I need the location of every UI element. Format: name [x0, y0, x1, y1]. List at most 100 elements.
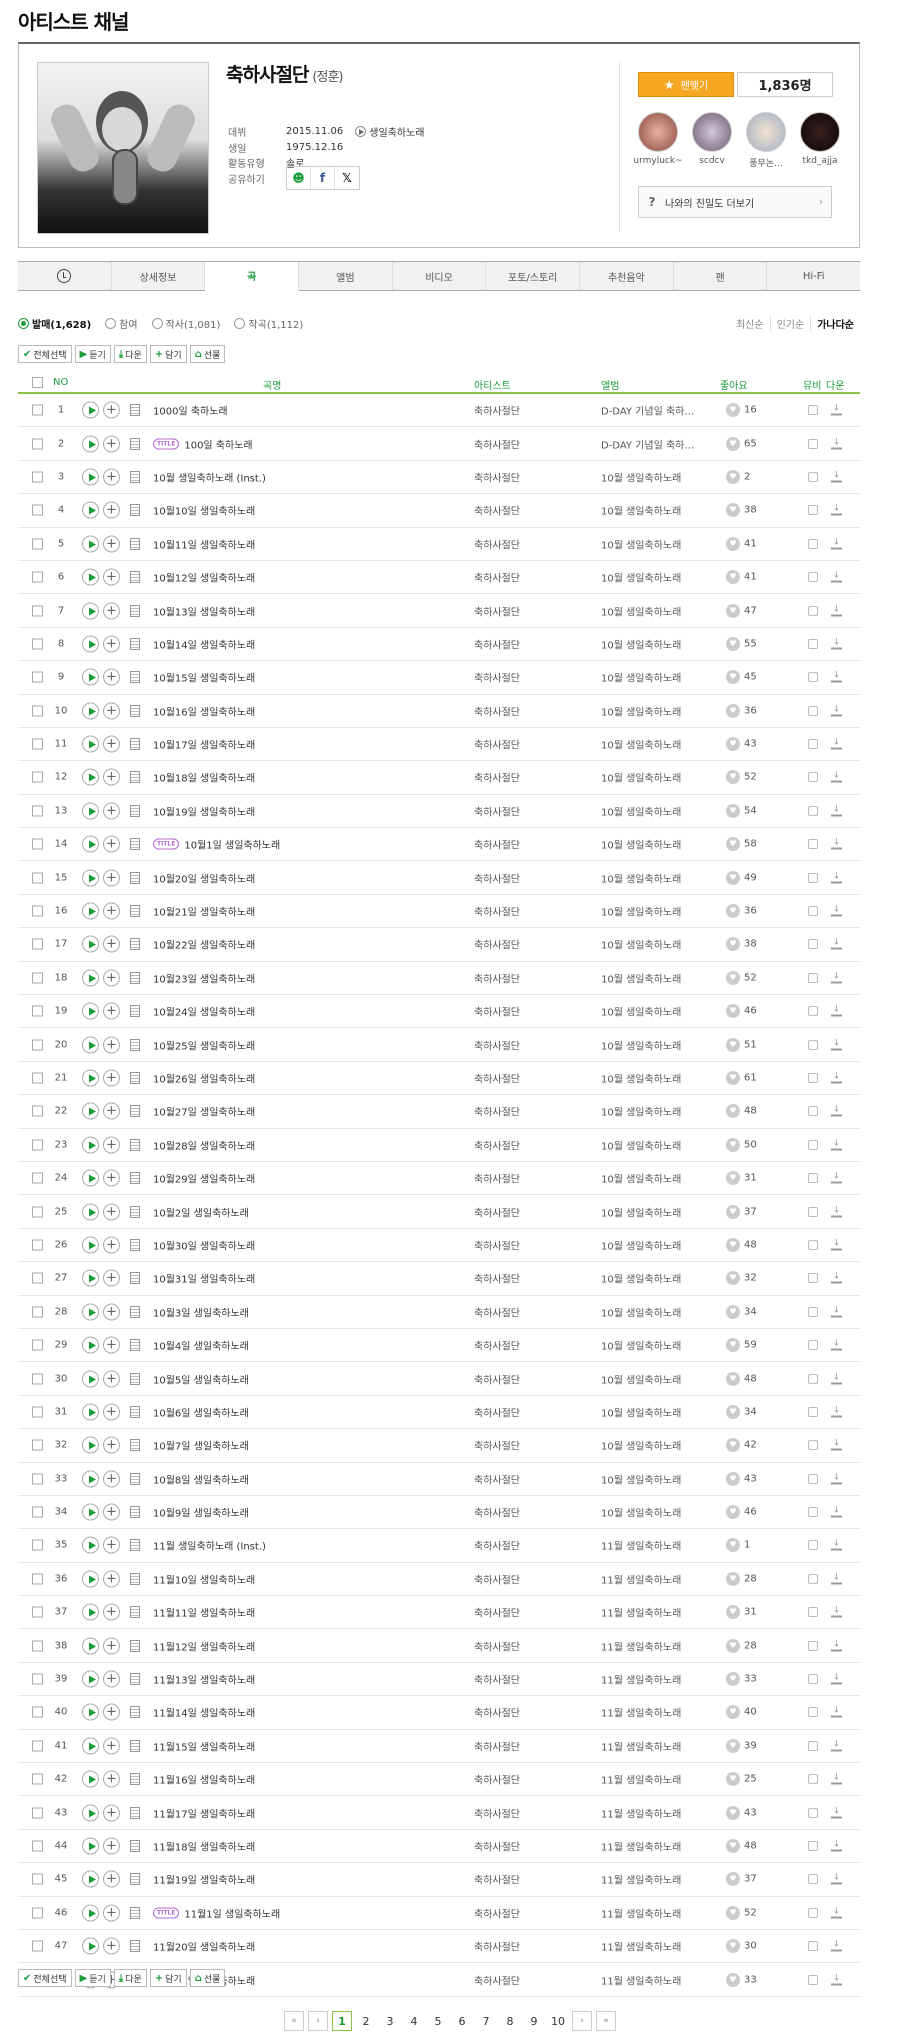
heart-icon[interactable]: ♥	[726, 737, 740, 752]
song-album[interactable]: 11월 생일축하노래	[601, 1972, 697, 1987]
intimacy-more-button[interactable]: ? 나와의 친밀도 더보기 ›	[638, 186, 832, 218]
song-title[interactable]: 11월15일 생일축하노래	[153, 1738, 255, 1753]
download-icon[interactable]: ↓	[831, 1306, 842, 1318]
music-video-icon[interactable]	[808, 1173, 818, 1184]
music-video-icon[interactable]	[808, 1774, 818, 1785]
fan-avatar-item[interactable]: tkd_ajja	[793, 112, 847, 169]
play-icon[interactable]	[82, 1670, 99, 1688]
download-icon[interactable]: ↓	[831, 1773, 842, 1785]
music-video-icon[interactable]	[808, 1540, 818, 1551]
download-icon[interactable]: ↓	[831, 438, 842, 450]
play-icon[interactable]	[82, 1069, 99, 1087]
song-artist[interactable]: 축하사절단	[474, 1972, 520, 1987]
lyrics-icon[interactable]	[130, 1673, 140, 1686]
add-playlist-icon[interactable]: +	[103, 568, 120, 586]
song-title[interactable]: 10월17일 생일축하노래	[153, 737, 255, 752]
add-playlist-icon[interactable]: +	[103, 1770, 120, 1788]
music-video-icon[interactable]	[808, 1707, 818, 1718]
download-icon[interactable]: ↓	[831, 1506, 842, 1518]
row-checkbox[interactable]	[32, 1339, 43, 1351]
row-checkbox[interactable]	[32, 404, 43, 416]
row-checkbox[interactable]	[32, 1272, 43, 1284]
download-icon[interactable]: ↓	[831, 1139, 842, 1151]
add-playlist-icon[interactable]: +	[103, 1470, 120, 1488]
row-checkbox[interactable]	[32, 1773, 43, 1785]
song-album[interactable]: 10월 생일축하노래	[601, 970, 697, 985]
download-icon[interactable]: ↓	[831, 1907, 842, 1919]
song-album[interactable]: 10월 생일축하노래	[601, 1271, 697, 1286]
row-checkbox[interactable]	[32, 1172, 43, 1184]
lyrics-icon[interactable]	[130, 804, 140, 817]
add-playlist-icon[interactable]: +	[103, 768, 120, 786]
play-icon[interactable]	[82, 1336, 99, 1354]
add-playlist-icon[interactable]: +	[103, 1503, 120, 1521]
heart-icon[interactable]: ♥	[726, 1004, 740, 1019]
music-video-icon[interactable]	[808, 1273, 818, 1284]
download-button[interactable]: ⤓ 다운	[113, 345, 147, 363]
song-title[interactable]: 10월25일 생일축하노래	[153, 1037, 255, 1052]
song-artist[interactable]: 축하사절단	[474, 970, 520, 985]
tab-detail[interactable]: 상세정보	[112, 262, 206, 290]
row-checkbox[interactable]	[32, 605, 43, 617]
heart-icon[interactable]: ♥	[726, 570, 740, 585]
lyrics-icon[interactable]	[130, 537, 140, 550]
song-album[interactable]: 10월 생일축하노래	[601, 1304, 697, 1319]
song-artist[interactable]: 축하사절단	[474, 1304, 520, 1319]
song-title[interactable]: 10월29일 생일축하노래	[153, 1171, 255, 1186]
song-title[interactable]: 11월11일 생일축하노래	[153, 1605, 255, 1620]
song-artist[interactable]: 축하사절단	[474, 636, 520, 651]
play-icon[interactable]	[82, 802, 99, 820]
song-album[interactable]: 11월 생일축하노래	[601, 1672, 697, 1687]
song-title[interactable]: TITLE 11월1일 생일축하노래	[153, 1905, 280, 1920]
play-icon[interactable]	[82, 1570, 99, 1588]
play-icon[interactable]	[82, 1904, 99, 1922]
song-artist[interactable]: 축하사절단	[474, 1738, 520, 1753]
play-icon[interactable]	[82, 1870, 99, 1888]
lyrics-icon[interactable]	[130, 1305, 140, 1318]
song-title[interactable]: 11월12일 생일축하노래	[153, 1638, 255, 1653]
song-artist[interactable]: 축하사절단	[474, 1004, 520, 1019]
lyrics-icon[interactable]	[130, 1005, 140, 1018]
add-playlist-icon[interactable]: +	[103, 1837, 120, 1855]
download-icon[interactable]: ↓	[831, 705, 842, 717]
lyrics-icon[interactable]	[130, 1038, 140, 1051]
filter-compose[interactable]: 작곡(1,112)	[234, 316, 303, 331]
gift-button[interactable]: ⌂ 선물	[189, 1969, 226, 1987]
add-playlist-icon[interactable]: +	[103, 969, 120, 987]
play-icon[interactable]	[82, 702, 99, 720]
download-icon[interactable]: ↓	[831, 771, 842, 783]
row-checkbox[interactable]	[32, 705, 43, 717]
song-album[interactable]: 10월 생일축하노래	[601, 536, 697, 551]
heart-icon[interactable]: ♥	[726, 469, 740, 484]
row-checkbox[interactable]	[32, 1539, 43, 1551]
page-number-button[interactable]: 8	[500, 2011, 520, 2031]
sort-latest[interactable]: 최신순	[730, 316, 770, 331]
music-video-icon[interactable]	[808, 1974, 818, 1985]
last-page-button[interactable]: »	[596, 2011, 616, 2031]
heart-icon[interactable]: ♥	[726, 670, 740, 685]
song-album[interactable]: 10월 생일축하노래	[601, 737, 697, 752]
lyrics-icon[interactable]	[130, 905, 140, 918]
song-artist[interactable]: 축하사절단	[474, 737, 520, 752]
song-title[interactable]: 10월 생일축하노래 (Inst.)	[153, 469, 266, 484]
download-icon[interactable]: ↓	[831, 1339, 842, 1351]
filter-participate[interactable]: 참여	[105, 316, 138, 331]
lyrics-icon[interactable]	[130, 504, 140, 517]
play-icon[interactable]	[82, 435, 99, 453]
heart-icon[interactable]: ♥	[726, 1638, 740, 1653]
song-artist[interactable]: 축하사절단	[474, 1271, 520, 1286]
page-number-button[interactable]: 9	[524, 2011, 544, 2031]
lyrics-icon[interactable]	[130, 604, 140, 617]
music-video-icon[interactable]	[808, 1573, 818, 1584]
music-video-icon[interactable]	[808, 438, 818, 449]
download-icon[interactable]: ↓	[831, 972, 842, 984]
filter-lyrics[interactable]: 작사(1,081)	[151, 316, 220, 331]
play-icon[interactable]	[82, 1503, 99, 1521]
tab-fan[interactable]: 팬	[674, 262, 768, 290]
row-checkbox[interactable]	[32, 1506, 43, 1518]
add-playlist-icon[interactable]: +	[103, 1403, 120, 1421]
row-checkbox[interactable]	[32, 1373, 43, 1385]
music-video-icon[interactable]	[808, 739, 818, 750]
heart-icon[interactable]: ♥	[726, 1338, 740, 1353]
row-checkbox[interactable]	[32, 1940, 43, 1952]
